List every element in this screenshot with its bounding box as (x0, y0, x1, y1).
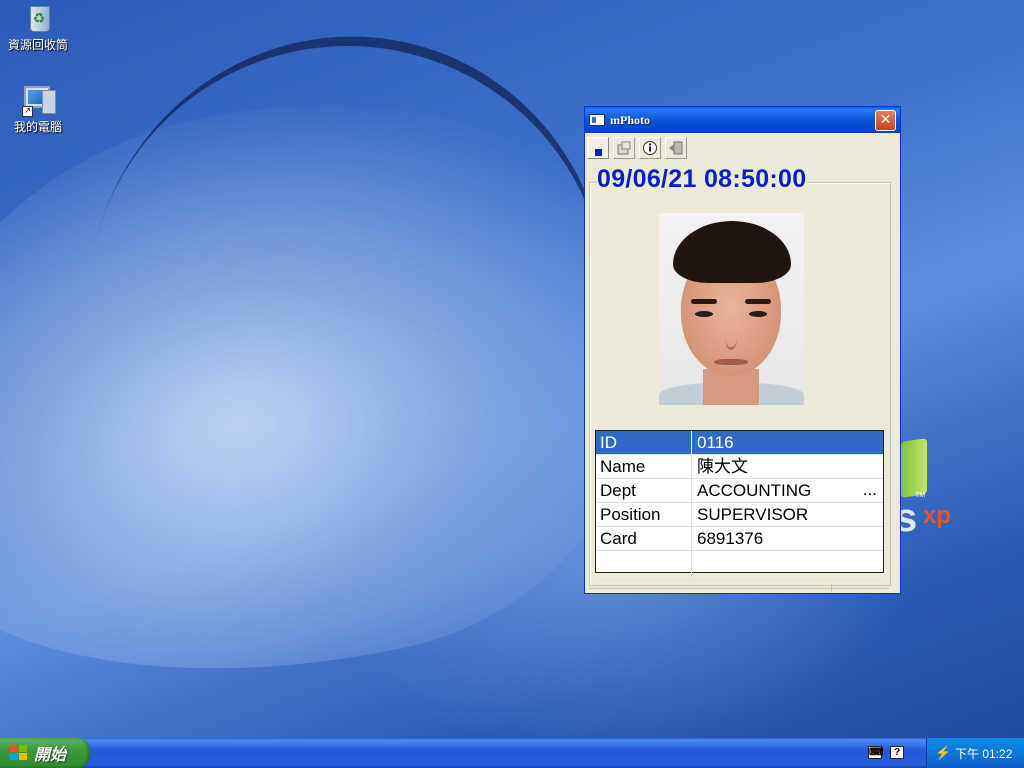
toolbar-button-view[interactable] (587, 137, 609, 159)
grid-value: 6891376 (697, 529, 764, 548)
start-button[interactable]: 開始 (0, 738, 90, 768)
grid-key: Name (596, 455, 692, 478)
tray-clock[interactable]: 下午 01:22 (955, 745, 1012, 762)
system-tray: ⚡ 下午 01:22 (926, 738, 1024, 768)
windows-xp-logo: TM s xp (895, 438, 965, 550)
window-title: mPhoto (610, 112, 650, 127)
grid-key: Position (596, 503, 692, 526)
keyboard-icon[interactable]: ⌨ (868, 746, 883, 759)
grid-key: ID (596, 431, 692, 454)
toolbar-button-settings[interactable] (613, 137, 635, 159)
grid-row-position[interactable]: Position SUPERVISOR (596, 503, 883, 527)
mphoto-window: mPhoto ✕ 09/06/21 08:50:00 ID 0116 Name … (584, 106, 901, 594)
network-icon[interactable]: ⚡ (935, 746, 951, 760)
windows-flag-icon (10, 745, 28, 761)
blue-square-icon (594, 148, 602, 156)
info-icon (643, 141, 657, 155)
title-bar[interactable]: mPhoto ✕ (585, 107, 900, 133)
toolbar-button-info[interactable] (639, 137, 661, 159)
status-separator (831, 584, 832, 592)
grid-value: 陳大文 (697, 457, 748, 476)
datetime-display: 09/06/21 08:50:00 (595, 165, 809, 194)
toolbar-button-exit[interactable] (665, 137, 687, 159)
help-icon[interactable]: ? (890, 746, 904, 759)
grid-key: Dept (596, 479, 692, 502)
taskbar: 開始 ⌨ ? ⚡ 下午 01:22 (0, 738, 1024, 768)
settings-icon (617, 141, 631, 155)
grid-value: 0116 (697, 433, 734, 452)
grid-value-cell: ACCOUNTING ... (692, 479, 883, 502)
desktop-icon-label: 資源回收筒 (7, 38, 68, 52)
dept-more-button[interactable]: ... (863, 479, 877, 500)
desktop-icon-recycle-bin[interactable]: ♻ 資源回收筒 (0, 2, 78, 53)
grid-row-card[interactable]: Card 6891376 (596, 527, 883, 551)
grid-key-empty (596, 551, 692, 579)
start-label: 開始 (34, 747, 67, 764)
shortcut-arrow-icon: ↗ (22, 106, 33, 117)
grid-key: Card (596, 527, 692, 550)
grid-row-dept[interactable]: Dept ACCOUNTING ... (596, 479, 883, 503)
grid-row-name[interactable]: Name 陳大文 (596, 455, 883, 479)
grid-value: SUPERVISOR (697, 505, 809, 524)
employee-photo (659, 213, 804, 405)
desktop-icon-label: 我的電腦 (13, 120, 62, 134)
employee-info-grid: ID 0116 Name 陳大文 Dept ACCOUNTING ... Pos… (595, 430, 884, 580)
grid-row-id[interactable]: ID 0116 (596, 431, 883, 455)
app-icon (589, 114, 605, 126)
my-computer-icon: ↗ (22, 84, 56, 117)
desktop-icon-my-computer[interactable]: ↗ 我的電腦 (0, 84, 78, 135)
grid-value: ACCOUNTING (697, 481, 812, 500)
toolbar (587, 137, 687, 161)
grid-row-empty (596, 551, 883, 580)
close-button[interactable]: ✕ (875, 109, 896, 131)
recycle-bin-icon: ♻ (22, 2, 54, 34)
status-divider (589, 588, 889, 589)
exit-icon (669, 141, 683, 155)
grid-value-empty (692, 551, 883, 579)
